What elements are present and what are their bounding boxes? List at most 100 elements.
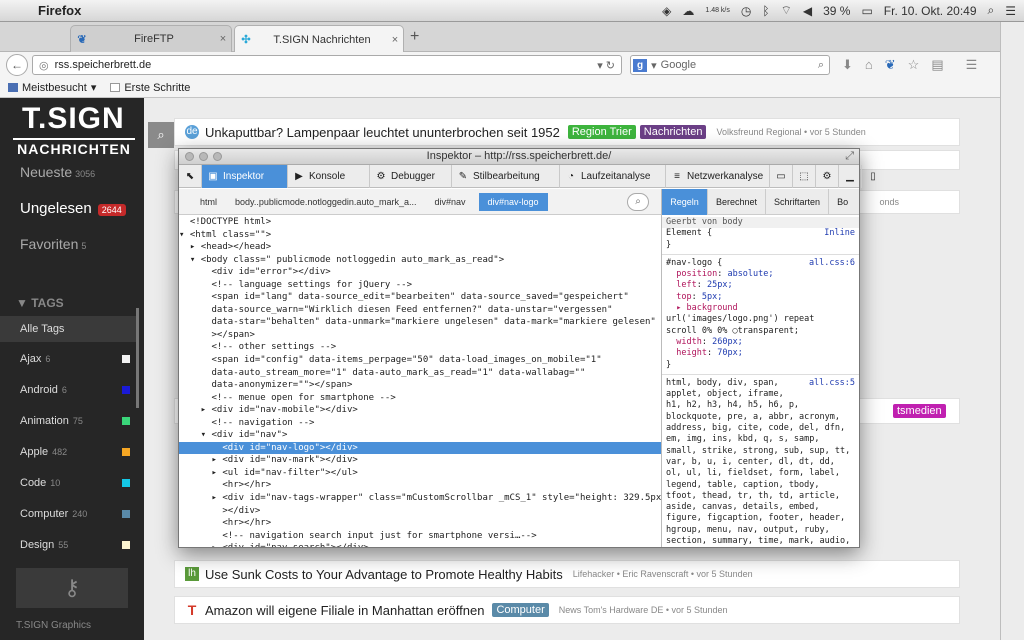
markup-node[interactable]: data-anonymizer=""></span> xyxy=(179,379,661,392)
expand-toggle-icon[interactable]: ▾ xyxy=(179,255,201,265)
sidebar-scrollbar[interactable] xyxy=(136,308,139,408)
article-title[interactable]: Use Sunk Costs to Your Advantage to Prom… xyxy=(205,567,563,582)
markup-node[interactable]: data-auto_stream_more="1" data-auto_mark… xyxy=(179,367,661,380)
css-property[interactable]: position: absolute; xyxy=(666,269,855,280)
css-property-name[interactable]: width xyxy=(676,337,702,347)
css-property-name[interactable]: height xyxy=(676,348,707,358)
css-text[interactable]: figure, figcaption, footer, header, xyxy=(666,513,855,524)
markup-node[interactable]: ▸ <div id="nav-mark"></div> xyxy=(179,454,661,467)
search-icon[interactable]: ⌕ xyxy=(148,122,174,148)
breadcrumb-item[interactable]: html xyxy=(191,193,226,211)
css-property[interactable]: height: 70px; xyxy=(666,348,855,359)
markup-node[interactable]: <!-- navigation search input just for sm… xyxy=(179,530,661,543)
css-property-name[interactable]: top xyxy=(676,292,691,302)
time-machine-icon[interactable]: ◷ xyxy=(741,4,751,18)
expand-toggle-icon[interactable]: ▸ xyxy=(179,468,222,478)
sidebar-toggle-button[interactable]: ▯ xyxy=(862,165,884,188)
tab-stilbearbeitung[interactable]: ✎ Stilbearbeitung xyxy=(452,164,560,188)
css-selector[interactable]: all.css:6 #nav-logo { xyxy=(666,258,855,269)
tag-chip[interactable]: tsmedien xyxy=(893,404,946,418)
css-text[interactable]: tfoot, thead, tr, th, td, article, xyxy=(666,491,855,502)
tab-netzwerkanalyse[interactable]: ≡ Netzwerkanalyse xyxy=(666,164,770,188)
tab-fireftp[interactable]: ❦ FireFTP × xyxy=(70,25,232,52)
search-bar[interactable]: g ▾ Google ⌕ xyxy=(630,55,830,75)
markup-node[interactable]: <!DOCTYPE html> xyxy=(179,216,661,229)
markup-node[interactable]: <span id="lang" data-source_edit="bearbe… xyxy=(179,291,661,304)
battery-percentage[interactable]: 39 % xyxy=(823,4,850,18)
article-item[interactable]: lh Use Sunk Costs to Your Advantage to P… xyxy=(174,560,960,588)
css-text[interactable]: aside, canvas, details, embed, xyxy=(666,502,855,513)
tab-box-model[interactable]: Bo xyxy=(829,189,848,215)
bookmark-erste-schritte[interactable]: Erste Schritte xyxy=(110,82,190,94)
tab-regeln[interactable]: Regeln xyxy=(662,189,708,215)
expand-toggle-icon[interactable]: ▸ xyxy=(179,405,212,415)
dropbox-icon[interactable]: ◈ xyxy=(662,4,671,18)
markup-node[interactable]: ▸ <div id="nav-search"></div> xyxy=(179,542,661,547)
stylesheet-link[interactable]: all.css:5 xyxy=(809,378,855,389)
markup-node[interactable]: ></div> xyxy=(179,505,661,518)
tag-chip[interactable]: Nachrichten xyxy=(639,125,707,139)
search-icon[interactable]: ⌕ xyxy=(818,59,824,72)
tag-animation[interactable]: Animation 75 xyxy=(20,415,130,427)
google-engine-icon[interactable]: g xyxy=(633,58,648,72)
tag-code[interactable]: Code 10 xyxy=(20,477,130,489)
tab-schriftarten[interactable]: Schriftarten xyxy=(766,189,830,215)
css-text[interactable]: applet, object, iframe, xyxy=(666,389,855,400)
tag-ajax[interactable]: Ajax 6 xyxy=(20,353,130,365)
css-text[interactable]: blockquote, pre, a, abbr, acronym, xyxy=(666,412,855,423)
wifi-icon[interactable]: ⌔ xyxy=(781,3,792,18)
responsive-mode-button[interactable]: ⬚ xyxy=(793,164,816,188)
css-text[interactable]: } xyxy=(666,360,855,371)
minimize-window-icon[interactable] xyxy=(199,152,208,161)
tag-chip[interactable]: Region Trier xyxy=(567,125,636,139)
dock-button[interactable]: ▁ xyxy=(839,164,862,188)
css-text[interactable]: scroll 0% 0% ◯transparent; xyxy=(666,326,855,337)
volume-icon[interactable]: ◀ xyxy=(803,4,812,18)
settings-button[interactable]: ⚙ xyxy=(816,164,839,188)
css-property-value[interactable]: 25px; xyxy=(707,280,733,290)
css-text[interactable]: } xyxy=(666,240,855,251)
zoom-window-icon[interactable] xyxy=(213,152,222,161)
url-text[interactable]: rss.speicherbrett.de xyxy=(55,59,152,71)
breadcrumb-item[interactable]: body..publicmode.notloggedin.auto_mark_a… xyxy=(226,193,425,211)
css-text[interactable]: em, img, ins, kbd, q, s, samp, xyxy=(666,434,855,445)
markup-view[interactable]: <!DOCTYPE html> ▾ <html class=""> ▸ <head… xyxy=(179,215,661,547)
css-property[interactable]: ▸ background xyxy=(666,303,855,314)
resize-icon[interactable]: ⤢ xyxy=(845,149,854,164)
expand-toggle-icon[interactable]: ▾ xyxy=(179,230,190,240)
css-property[interactable]: left: 25px; xyxy=(666,280,855,291)
css-text[interactable]: section, summary, time, mark, audio, xyxy=(666,536,855,547)
markup-node[interactable]: <span id="config" data-items_perpage="50… xyxy=(179,354,661,367)
markup-node[interactable]: data-star="behalten" data-unmark="markie… xyxy=(179,316,661,329)
css-text[interactable]: hgroup, menu, nav, output, ruby, xyxy=(666,525,855,536)
css-text[interactable]: ol, ul, li, fieldset, form, label, xyxy=(666,468,855,479)
tab-debugger[interactable]: ⚙ Debugger xyxy=(370,164,452,188)
spotlight-icon[interactable]: ⌕ xyxy=(988,3,995,18)
markup-node[interactable]: <!-- other settings --> xyxy=(179,341,661,354)
close-window-icon[interactable] xyxy=(185,152,194,161)
article-title[interactable]: Amazon will eigene Filiale in Manhattan … xyxy=(205,603,484,618)
tab-close-icon[interactable]: × xyxy=(215,33,231,45)
article-item[interactable]: de Unkaputtbar? Lampenpaar leuchtet unun… xyxy=(174,118,960,146)
fireftp-icon[interactable]: ❦ xyxy=(885,57,896,73)
home-icon[interactable]: ⌂ xyxy=(865,57,873,73)
app-menu-name[interactable]: Firefox xyxy=(38,3,81,18)
hamburger-menu-icon[interactable]: ☰ xyxy=(966,57,978,73)
bluetooth-icon[interactable]: ᛒ xyxy=(762,4,769,18)
tag-android[interactable]: Android 6 xyxy=(20,384,130,396)
search-icon[interactable]: ⌕ xyxy=(627,192,649,211)
css-rules[interactable]: Geerbt von body Inline Element {} all.css:6… xyxy=(662,215,859,547)
reload-icon[interactable]: ▾ ↻ xyxy=(597,59,621,72)
css-property-name[interactable]: left xyxy=(676,280,696,290)
markup-node[interactable]: ▸ <head></head> xyxy=(179,241,661,254)
cloud-icon[interactable]: ☁ xyxy=(682,4,694,18)
expand-toggle-icon[interactable]: ▾ xyxy=(179,430,212,440)
expand-toggle-icon[interactable]: ▸ xyxy=(179,493,222,503)
tag-design[interactable]: Design 55 xyxy=(20,539,130,551)
url-bar[interactable]: ◎ rss.speicherbrett.de ▾ ↻ xyxy=(32,55,622,75)
markup-node[interactable]: ▸ <ul id="nav-filter"></ul> xyxy=(179,467,661,480)
notification-center-icon[interactable]: ☰ xyxy=(1005,4,1016,18)
tab-konsole[interactable]: ▶ Konsole xyxy=(288,164,370,188)
bookmark-star-icon[interactable]: ☆ xyxy=(908,57,920,73)
expand-toggle-icon[interactable]: ▸ xyxy=(179,242,201,252)
